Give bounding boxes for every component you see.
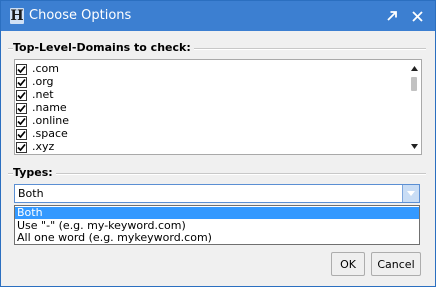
checkmark-icon [17, 117, 26, 125]
tld-group-label: Top-Level-Domains to check: [13, 41, 194, 54]
choose-options-dialog: H Choose Options Top-Level-Domains to ch… [0, 0, 436, 287]
checkbox[interactable] [16, 63, 27, 75]
checkbox[interactable] [16, 89, 27, 101]
vertical-scrollbar[interactable] [407, 60, 421, 154]
tld-label: .name [32, 101, 67, 114]
tld-label: .com [32, 62, 59, 75]
chevron-down-icon [407, 191, 415, 196]
group-divider [8, 173, 426, 175]
scroll-up-button[interactable] [407, 62, 421, 74]
tld-label: .net [32, 88, 54, 101]
checkmark-icon [17, 143, 26, 151]
close-button[interactable] [406, 5, 428, 27]
checkbox[interactable] [16, 141, 27, 153]
scroll-thumb[interactable] [411, 77, 417, 91]
dropdown-button[interactable] [402, 185, 419, 202]
checkbox[interactable] [16, 115, 27, 127]
tld-label: .org [32, 75, 54, 88]
close-icon [411, 10, 423, 22]
types-select[interactable]: Both [14, 184, 420, 203]
tld-label: .space [32, 127, 68, 140]
ok-button[interactable]: OK [331, 252, 365, 276]
checkbox[interactable] [16, 102, 27, 114]
dropdown-option-both[interactable]: Both [15, 207, 419, 219]
dropdown-option-one-word[interactable]: All one word (e.g. mykeyword.com) [15, 232, 419, 244]
checkmark-icon [17, 91, 26, 99]
app-icon: H [10, 8, 24, 24]
title-bar[interactable]: H Choose Options [1, 1, 435, 31]
tld-item-xyz[interactable]: .xyz [16, 140, 54, 154]
scroll-down-button[interactable] [407, 140, 421, 152]
expand-button[interactable] [381, 5, 403, 27]
checkmark-icon [17, 65, 26, 73]
types-dropdown-list[interactable]: Both Use "-" (e.g. my-keyword.com) All o… [14, 205, 420, 245]
checkmark-icon [17, 130, 26, 138]
checkmark-icon [17, 104, 26, 112]
tld-item-net[interactable]: .net [16, 88, 54, 102]
tld-label: .online [32, 114, 70, 127]
tld-item-name[interactable]: .name [16, 101, 67, 115]
arrow-up-icon [410, 65, 418, 71]
tld-item-com[interactable]: .com [16, 62, 59, 76]
arrow-down-icon [410, 143, 418, 149]
checkmark-icon [17, 78, 26, 86]
tld-list[interactable]: .com .org .net .name .online .space .xyz [14, 59, 422, 155]
tld-item-org[interactable]: .org [16, 75, 54, 89]
tld-item-space[interactable]: .space [16, 127, 68, 141]
types-group-label: Types: [13, 166, 56, 179]
checkbox[interactable] [16, 128, 27, 140]
tld-item-online[interactable]: .online [16, 114, 69, 128]
cancel-button[interactable]: Cancel [371, 252, 421, 276]
window-title: Choose Options [29, 8, 132, 23]
types-select-value: Both [18, 187, 44, 200]
checkbox[interactable] [16, 76, 27, 88]
expand-arrow-icon [387, 11, 397, 21]
tld-label: .xyz [32, 140, 55, 153]
